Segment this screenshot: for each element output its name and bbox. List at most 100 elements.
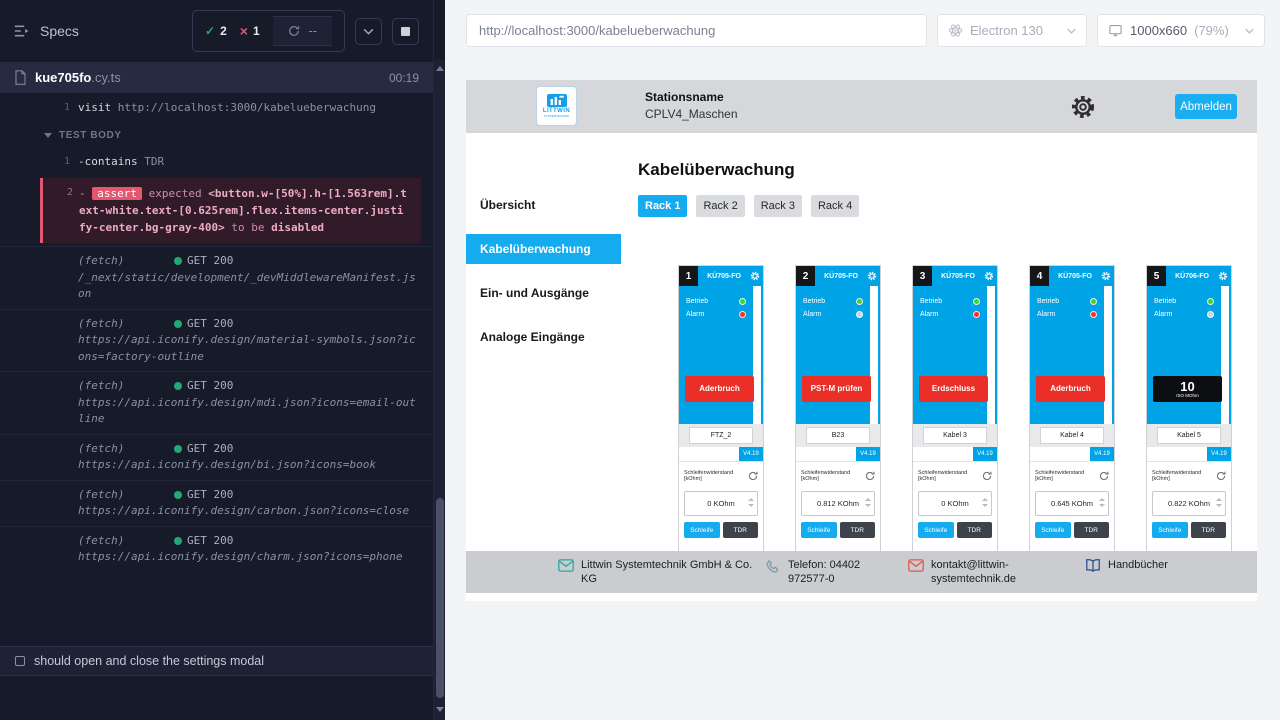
refresh-icon (288, 25, 300, 37)
fetch-label: (fetch) (78, 316, 174, 333)
fetch-log-entry[interactable]: (fetch)GET 200 https://api.iconify.desig… (0, 480, 433, 526)
settings-gear-button[interactable] (1069, 93, 1097, 121)
stepper-arrows-icon[interactable] (748, 498, 754, 507)
refresh-icon[interactable] (1216, 471, 1226, 481)
chevron-down-icon (1067, 28, 1076, 34)
tdr-button[interactable]: TDR (1191, 522, 1227, 538)
footer-manuals[interactable]: Handbücher (1085, 558, 1168, 573)
stop-button[interactable] (392, 18, 419, 45)
command-log: 1 visit http://localhost:3000/kabelueber… (0, 93, 433, 646)
pending-test-item[interactable]: should open and close the settings modal (0, 646, 433, 676)
spec-timer: 00:19 (389, 71, 419, 85)
tdr-button[interactable]: TDR (957, 522, 993, 538)
card-header: 1 KÜ705-FO (679, 266, 763, 286)
card-gear-icon[interactable] (1101, 271, 1114, 281)
footer-email[interactable]: kontakt@littwin-systemtechnik.de (908, 558, 1073, 587)
success-dot-icon (174, 320, 182, 328)
card-gear-icon[interactable] (1218, 271, 1231, 281)
collapse-runs-button[interactable] (355, 18, 382, 45)
alarm-led (973, 311, 980, 318)
command-assert-failed[interactable]: 2 - assert expected <button.w-[50%].h-[1… (40, 178, 421, 243)
tdr-button[interactable]: TDR (840, 522, 876, 538)
resistance-value-field[interactable]: 0 KOhm (918, 491, 992, 516)
reporter-scrollbar[interactable] (433, 0, 445, 720)
browser-name: Electron 130 (970, 23, 1043, 38)
status-display: 10 ISO MOhm (1153, 376, 1222, 402)
card-gear-icon[interactable] (867, 271, 880, 281)
specs-menu-button[interactable]: Specs (14, 23, 79, 39)
schleife-button[interactable]: Schleife (918, 522, 954, 538)
resistance-label: Schleifenwiderstand [kOhm] (918, 470, 982, 482)
tab-rack-4[interactable]: Rack 4 (811, 195, 859, 217)
stepper-arrows-icon[interactable] (1099, 498, 1105, 507)
card-scroll-strip (1221, 286, 1229, 424)
resistance-label: Schleifenwiderstand [kOhm] (1035, 470, 1099, 482)
scroll-down-arrow-icon[interactable] (436, 707, 444, 712)
test-body-section[interactable]: TEST BODY (0, 122, 433, 149)
cable-name-field[interactable]: Kabel 5 (1157, 427, 1221, 444)
refresh-icon[interactable] (1099, 471, 1109, 481)
viewport-control[interactable]: 1000x660 (79%) (1097, 14, 1265, 47)
version-chip: V4.19 (1207, 447, 1231, 461)
browser-select[interactable]: Electron 130 (937, 14, 1087, 47)
command-contains[interactable]: 1 -contains TDR (0, 149, 433, 176)
alarm-label: Alarm (803, 311, 821, 318)
sidebar-item-analoge-eingaenge[interactable]: Analoge Eingänge (466, 322, 621, 352)
tab-rack-1[interactable]: Rack 1 (638, 195, 687, 217)
tab-rack-3[interactable]: Rack 3 (754, 195, 802, 217)
passed-stat: ✓2 (205, 24, 227, 38)
refresh-icon[interactable] (865, 471, 875, 481)
tdr-button[interactable]: TDR (1074, 522, 1110, 538)
alarm-led (739, 311, 746, 318)
card-number: 2 (796, 266, 815, 286)
schleife-button[interactable]: Schleife (684, 522, 720, 538)
tdr-button[interactable]: TDR (723, 522, 759, 538)
schleife-button[interactable]: Schleife (801, 522, 837, 538)
sidebar-item-uebersicht[interactable]: Übersicht (466, 190, 621, 220)
resistance-value-field[interactable]: 0 KOhm (684, 491, 758, 516)
fetch-log-entry[interactable]: (fetch)GET 200 https://api.iconify.desig… (0, 371, 433, 434)
cable-name-field[interactable]: Kabel 4 (1040, 427, 1104, 444)
logout-button[interactable]: Abmelden (1175, 94, 1237, 119)
stepper-arrows-icon[interactable] (1216, 498, 1222, 507)
card-status-area: Betrieb Alarm 10 ISO MOhm (1147, 286, 1231, 424)
sidebar-item-kabelueberwachung[interactable]: Kabelüberwachung (466, 234, 621, 264)
url-input[interactable] (466, 14, 927, 47)
betrieb-led (739, 298, 746, 305)
stepper-arrows-icon[interactable] (865, 498, 871, 507)
card-status-area: Betrieb Alarm Aderbruch (1030, 286, 1114, 424)
resistance-value-field[interactable]: 0.812 KOhm (801, 491, 875, 516)
card-gear-icon[interactable] (984, 271, 997, 281)
phone-icon (766, 559, 781, 587)
failed-x-icon: × (240, 24, 248, 38)
resistance-label: Schleifenwiderstand [kOhm] (1152, 470, 1216, 482)
tab-rack-2[interactable]: Rack 2 (696, 195, 744, 217)
fetch-log-entry[interactable]: (fetch)GET 200 https://api.iconify.desig… (0, 526, 433, 572)
resistance-label: Schleifenwiderstand [kOhm] (684, 470, 748, 482)
schleife-button[interactable]: Schleife (1035, 522, 1071, 538)
fetch-log-entry[interactable]: (fetch)GET 200 /_next/static/development… (0, 246, 433, 309)
fetch-label: (fetch) (78, 533, 174, 550)
schleife-button[interactable]: Schleife (1152, 522, 1188, 538)
fetch-log-entry[interactable]: (fetch)GET 200 https://api.iconify.desig… (0, 309, 433, 372)
cable-name-field[interactable]: Kabel 3 (923, 427, 987, 444)
assert-badge: assert (92, 187, 142, 200)
cable-name-field[interactable]: FTZ_2 (689, 427, 753, 444)
refresh-icon[interactable] (982, 471, 992, 481)
scroll-thumb[interactable] (436, 498, 444, 698)
spec-title-bar[interactable]: kue705fo.cy.ts 00:19 (0, 62, 433, 93)
success-dot-icon (174, 382, 182, 390)
resistance-value-field[interactable]: 0.822 KOhm (1152, 491, 1226, 516)
chevron-down-icon (44, 133, 52, 138)
scroll-up-arrow-icon[interactable] (436, 66, 444, 71)
command-visit[interactable]: 1 visit http://localhost:3000/kabelueber… (0, 95, 433, 122)
fetch-log-entry[interactable]: (fetch)GET 200 https://api.iconify.desig… (0, 434, 433, 480)
cable-name-field[interactable]: B23 (806, 427, 870, 444)
stepper-arrows-icon[interactable] (982, 498, 988, 507)
page-title: Kabelüberwachung (638, 160, 1257, 180)
refresh-icon[interactable] (748, 471, 758, 481)
status-display: Erdschluss (919, 376, 988, 402)
resistance-value-field[interactable]: 0.645 KOhm (1035, 491, 1109, 516)
card-gear-icon[interactable] (750, 271, 763, 281)
sidebar-item-ein-und-ausgaenge[interactable]: Ein- und Ausgänge (466, 278, 621, 308)
